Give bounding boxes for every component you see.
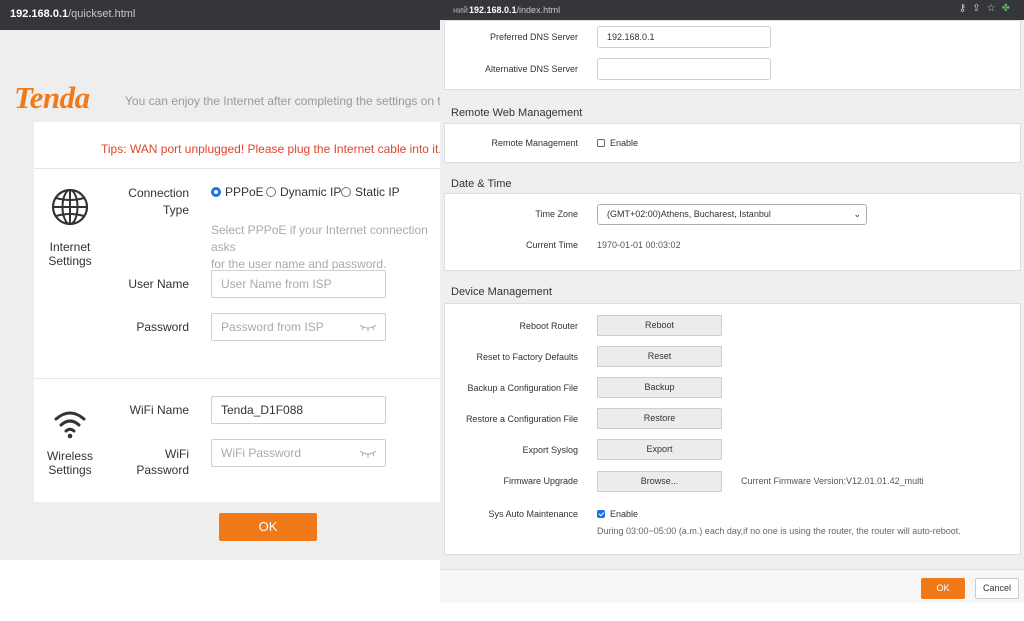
preferred-dns-label: Preferred DNS Server — [489, 32, 578, 42]
browser-toolbar-icons[interactable]: ⚷⇪☆✤ — [959, 3, 1016, 14]
reset-button[interactable]: Reset — [597, 346, 722, 367]
share-icon: ⇪ — [972, 3, 987, 14]
wifi-password-input[interactable]: WiFi Password — [211, 439, 386, 467]
time-zone-select[interactable]: (GMT+02:00)Athens, Bucharest, Istanbul ⌄ — [597, 204, 867, 225]
export-syslog-label: Export Syslog — [522, 445, 578, 455]
username-input[interactable]: User Name from ISP — [211, 270, 386, 298]
device-management-title: Device Management — [451, 286, 552, 298]
connection-type-label: Connection Type — [128, 186, 189, 217]
divider — [34, 378, 444, 379]
preferred-dns-input[interactable]: 192.168.0.1 — [597, 26, 771, 48]
wifi-password-label: WiFi Password — [136, 447, 189, 477]
star-icon: ☆ — [986, 3, 1002, 14]
right-url[interactable]: 192.168.0.1/index.html — [469, 5, 560, 15]
radio-dynamic-ip[interactable]: Dynamic IP — [266, 185, 341, 199]
right-address-bar[interactable]: ний 192.168.0.1/index.html ⚷⇪☆✤ — [440, 0, 1024, 20]
internet-settings-label: Internet Settings — [48, 240, 92, 268]
password-label: Password — [136, 320, 189, 334]
radio-static-ip[interactable]: Static IP — [341, 185, 400, 199]
index-window: ний 192.168.0.1/index.html ⚷⇪☆✤ Preferre… — [440, 0, 1024, 621]
extension-icon: ✤ — [1001, 3, 1016, 14]
firmware-upgrade-label: Firmware Upgrade — [503, 476, 578, 486]
reset-label: Reset to Factory Defaults — [476, 352, 578, 362]
browse-button[interactable]: Browse... — [597, 471, 722, 492]
restore-button[interactable]: Restore — [597, 408, 722, 429]
eye-closed-icon[interactable] — [359, 447, 377, 459]
password-input[interactable]: Password from ISP — [211, 313, 386, 341]
radio-pppoe[interactable]: PPPoE — [211, 185, 264, 199]
divider — [34, 168, 444, 169]
slogan: You can enjoy the Internet after complet… — [125, 94, 444, 108]
left-address-bar[interactable]: 192.168.0.1/quickset.html — [0, 0, 444, 30]
eye-closed-icon[interactable] — [359, 321, 377, 333]
globe-icon — [51, 188, 89, 226]
ok-button[interactable]: OK — [921, 578, 965, 599]
wifi-icon — [54, 411, 86, 439]
firmware-version: Current Firmware Version:V12.01.01.42_mu… — [741, 476, 924, 486]
sys-auto-maintenance-label: Sys Auto Maintenance — [488, 509, 578, 519]
remote-management-label: Remote Management — [491, 138, 578, 148]
page-bottom — [440, 603, 1024, 621]
remote-web-management-title: Remote Web Management — [451, 107, 583, 119]
maintenance-enable-checkbox[interactable]: Enable — [597, 509, 638, 519]
quickset-window: 192.168.0.1/quickset.html Tenda You can … — [0, 0, 444, 621]
current-time-value: 1970-01-01 00:03:02 — [597, 240, 681, 250]
left-url[interactable]: 192.168.0.1/quickset.html — [10, 8, 135, 20]
username-label: User Name — [128, 277, 189, 291]
wifi-name-input[interactable]: Tenda_D1F088 — [211, 396, 386, 424]
remote-enable-checkbox[interactable]: Enable — [597, 138, 638, 148]
current-time-label: Current Time — [525, 240, 578, 250]
tenda-logo: Tenda — [14, 80, 90, 115]
date-time-title: Date & Time — [451, 178, 512, 190]
alternative-dns-input[interactable] — [597, 58, 771, 80]
tab-fragment: ний — [453, 5, 469, 15]
pppoe-hint: Select PPPoE if your Internet connection… — [211, 223, 428, 271]
wifi-name-label: WiFi Name — [129, 403, 189, 417]
reboot-router-label: Reboot Router — [519, 321, 578, 331]
time-zone-label: Time Zone — [535, 209, 578, 219]
export-button[interactable]: Export — [597, 439, 722, 460]
alternative-dns-label: Alternative DNS Server — [484, 64, 578, 74]
ok-button[interactable]: OK — [219, 513, 317, 541]
backup-label: Backup a Configuration File — [467, 383, 578, 393]
reboot-button[interactable]: Reboot — [597, 315, 722, 336]
backup-button[interactable]: Backup — [597, 377, 722, 398]
wireless-settings-label: Wireless Settings — [46, 449, 93, 477]
restore-label: Restore a Configuration File — [465, 414, 578, 424]
key-icon: ⚷ — [958, 3, 973, 14]
maintenance-note: During 03:00~05:00 (a.m.) each day,if no… — [597, 526, 961, 536]
chevron-down-icon: ⌄ — [853, 209, 861, 219]
cancel-button[interactable]: Cancel — [975, 578, 1019, 599]
wan-tips: Tips: WAN port unplugged! Please plug th… — [101, 142, 442, 156]
